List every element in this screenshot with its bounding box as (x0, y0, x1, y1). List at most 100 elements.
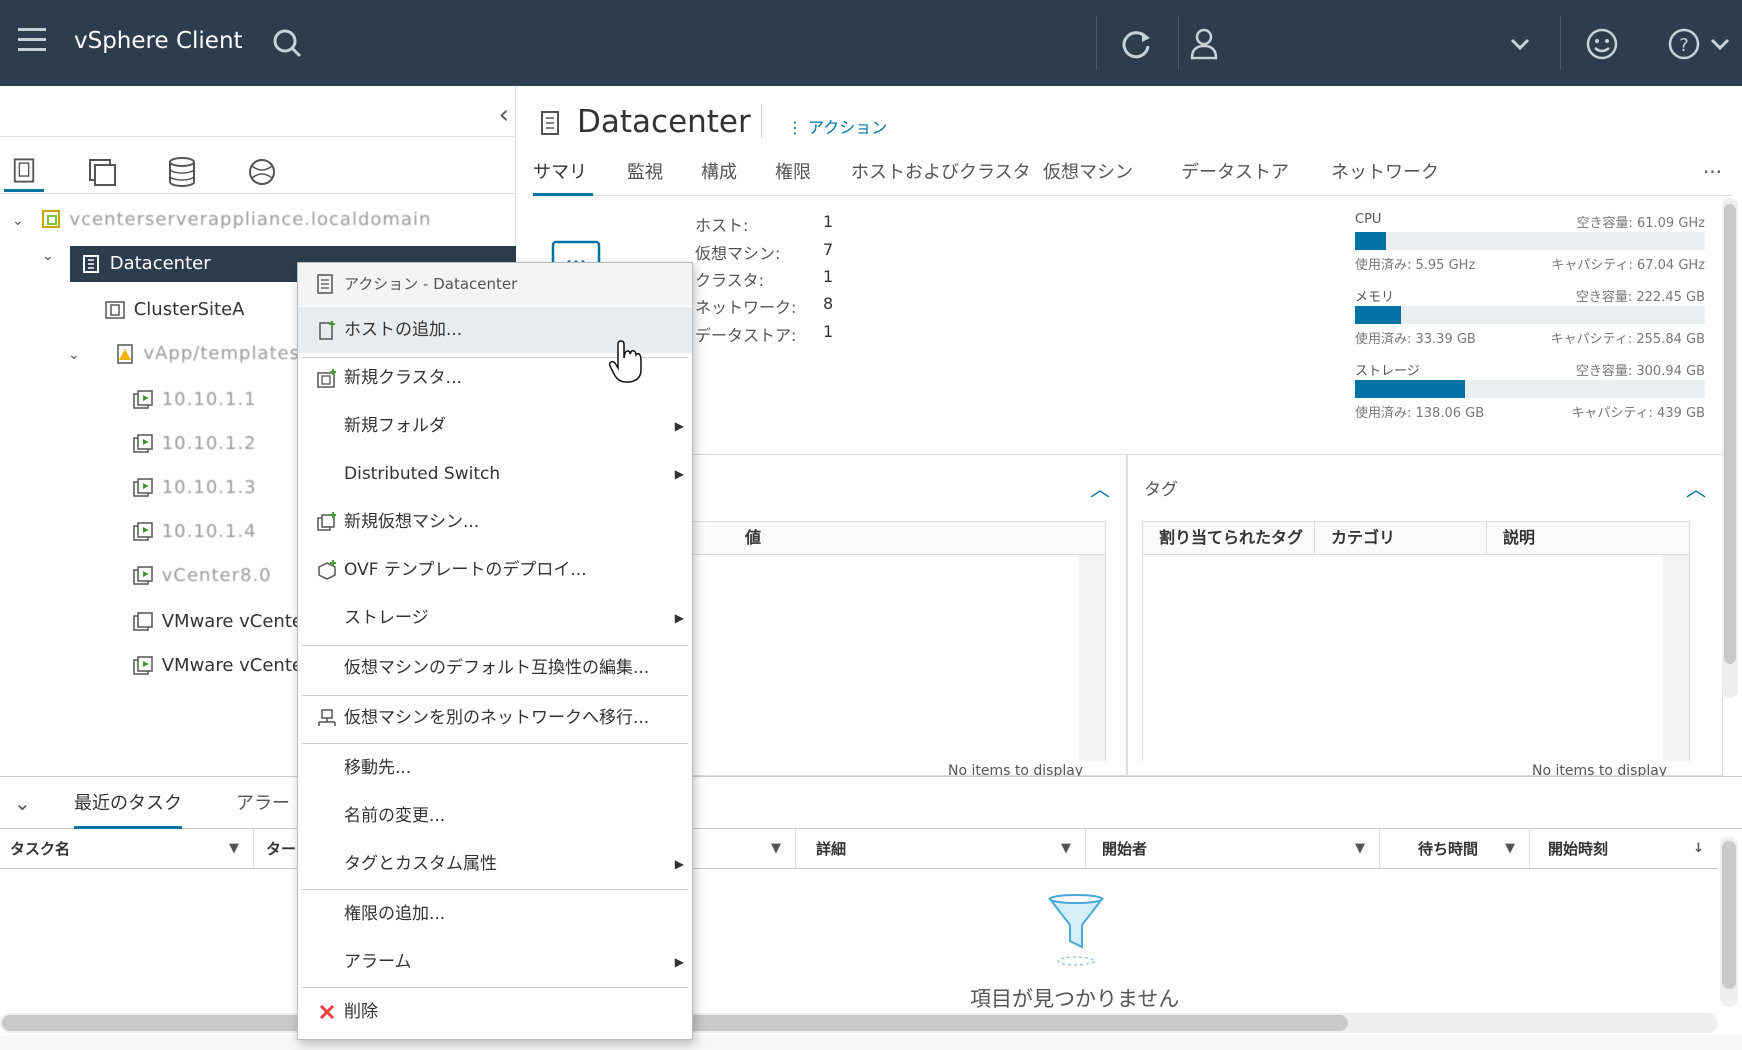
tree-item-vm[interactable]: vCenter8.0 (130, 558, 272, 594)
help-chevron-down-icon[interactable] (1700, 24, 1740, 64)
help-icon[interactable]: ? (1664, 24, 1704, 64)
page-title: Datacenter (577, 104, 751, 140)
chevron-down-icon[interactable]: ⌄ (42, 248, 54, 264)
column-description[interactable]: 説明 (1487, 522, 1689, 554)
menu-item-delete[interactable]: 削除 (298, 989, 692, 1035)
main-scrollbar-thumb[interactable] (1724, 204, 1736, 664)
collapse-navigator-icon[interactable]: ‹ (499, 100, 509, 130)
menu-item-label: 新規クラスタ... (344, 368, 462, 388)
stat-value: 7 (823, 240, 834, 259)
menu-item-alarms[interactable]: アラーム ▶ (298, 939, 692, 985)
cpu-usage-bar (1355, 232, 1705, 250)
menu-item-move-to[interactable]: 移動先... (298, 745, 692, 791)
more-tabs-icon[interactable]: ··· (1703, 160, 1722, 184)
new-vm-icon (317, 512, 336, 531)
grid-scrollbar[interactable] (1079, 555, 1105, 761)
tree-item-vm[interactable]: 10.10.1.2 (130, 426, 257, 462)
menu-item-new-vm[interactable]: 新規仮想マシン... (298, 499, 692, 545)
app-title[interactable]: vSphere Client (74, 28, 243, 54)
column-initiator[interactable]: 開始者 ▼ (1092, 829, 1380, 869)
chevron-down-icon[interactable]: ⌄ (68, 337, 88, 373)
column-queued-for[interactable]: 待ち時間 ▼ (1408, 829, 1530, 869)
tags-grid-header: 割り当てられたタグ カテゴリ 説明 (1142, 521, 1690, 555)
column-category[interactable]: カテゴリ (1315, 522, 1487, 554)
tab-monitor[interactable]: 監視 (627, 154, 663, 196)
chevron-down-icon[interactable]: ⌄ (12, 203, 32, 239)
tree-item-vm[interactable]: 10.10.1.3 (130, 470, 257, 506)
tree-item-vm[interactable]: 10.10.1.4 (130, 514, 257, 550)
actions-menu-button[interactable]: ⋮ アクション (787, 114, 887, 138)
menu-item-migrate-vm-network[interactable]: 仮想マシンを別のネットワークへ移行... (298, 695, 692, 741)
column-assigned-tag[interactable]: 割り当てられたタグ (1143, 522, 1315, 554)
tree-item-vcenter[interactable]: ⌄ vcenterserverappliance.localdomain (12, 202, 431, 238)
chevron-down-icon[interactable] (1500, 24, 1540, 64)
filter-icon[interactable]: ▼ (771, 829, 781, 869)
main-scrollbar[interactable] (1722, 198, 1738, 698)
user-icon[interactable] (1184, 24, 1224, 64)
search-icon[interactable] (268, 24, 308, 64)
hosts-clusters-tab-icon[interactable] (4, 152, 44, 192)
kebab-icon: ⋮ (787, 118, 809, 137)
filter-icon[interactable]: ▼ (1061, 829, 1071, 869)
stat-value: 1 (823, 267, 834, 286)
tab-vms[interactable]: 仮想マシン (1043, 154, 1133, 196)
sort-icon[interactable]: ↓ (1693, 829, 1704, 869)
submenu-arrow-icon: ▶ (674, 419, 684, 433)
tab-summary[interactable]: サマリ (533, 154, 593, 196)
menu-item-add-permission[interactable]: 権限の追加... (298, 891, 692, 937)
menu-icon[interactable] (18, 28, 46, 52)
filter-icon[interactable]: ▼ (229, 829, 239, 869)
networking-tab-icon[interactable] (242, 152, 282, 192)
column-details[interactable]: 詳細 ▼ (806, 829, 1086, 869)
custom-attributes-card: ︿ 値 No items to display (617, 454, 1127, 779)
storage-tab-icon[interactable] (162, 152, 202, 192)
menu-item-distributed-switch[interactable]: Distributed Switch ▶ (298, 451, 692, 497)
stat-label: ネットワーク: (695, 298, 797, 317)
scrollbar-thumb[interactable] (1722, 841, 1736, 989)
grid-scrollbar[interactable] (1663, 555, 1689, 761)
column-label: 開始時刻 (1548, 840, 1609, 858)
tab-configure[interactable]: 構成 (701, 154, 737, 196)
tasks-horizontal-scrollbar[interactable] (0, 1013, 1718, 1033)
divider (0, 136, 516, 137)
vms-templates-tab-icon[interactable] (82, 152, 122, 192)
vm-icon (133, 612, 153, 631)
filter-icon[interactable]: ▼ (1505, 829, 1515, 869)
column-start-time[interactable]: 開始時刻 ↓ (1538, 829, 1718, 869)
column-value[interactable]: 値 (729, 522, 1105, 554)
tab-networks[interactable]: ネットワーク (1331, 154, 1439, 196)
tab-permissions[interactable]: 権限 (775, 154, 811, 196)
tab-datastores[interactable]: データストア (1181, 154, 1289, 196)
column-label: ター (266, 840, 297, 858)
menu-item-rename[interactable]: 名前の変更... (298, 793, 692, 839)
stat-label: クラスタ: (695, 271, 765, 290)
menu-item-tags-attributes[interactable]: タグとカスタム属性 ▶ (298, 841, 692, 887)
chevron-up-icon[interactable]: ︿ (1090, 473, 1110, 502)
tab-alarms[interactable]: アラー (236, 789, 290, 829)
tree-item-vm[interactable]: 10.10.1.1 (130, 382, 257, 418)
menu-item-deploy-ovf[interactable]: OVF テンプレートのデプロイ... (298, 547, 692, 593)
menu-separator (302, 987, 688, 988)
tab-recent-tasks[interactable]: 最近のタスク (74, 789, 182, 829)
tab-hosts-clusters[interactable]: ホストおよびクラスタ (851, 154, 1031, 196)
filter-icon[interactable]: ▼ (1355, 829, 1365, 869)
tasks-vertical-scrollbar[interactable] (1720, 837, 1738, 1007)
tags-grid-body (1142, 555, 1690, 761)
refresh-icon[interactable] (1116, 24, 1156, 64)
datacenter-icon (83, 255, 99, 273)
chevron-down-icon[interactable]: ⌄ (14, 791, 31, 815)
menu-separator (302, 743, 688, 744)
tree-item-vm[interactable]: VMware vCente (130, 648, 303, 684)
column-task-name[interactable]: タスク名 ▼ (0, 829, 254, 869)
menu-item-storage[interactable]: ストレージ ▶ (298, 595, 692, 641)
tree-item-vm[interactable]: VMware vCente (130, 604, 303, 640)
menu-item-label: 仮想マシンのデフォルト互換性の編集... (344, 658, 650, 678)
tree-item-cluster[interactable]: ClusterSiteA (102, 292, 245, 328)
menu-item-new-folder[interactable]: 新規フォルダ ▶ (298, 403, 692, 449)
main-content: Datacenter ⋮ アクション サマリ 監視 構成 権限 ホストおよびクラ… (517, 86, 1742, 779)
resource-capacity: キャパシティ: 67.04 GHz (1551, 258, 1705, 273)
menu-item-edit-default-compat[interactable]: 仮想マシンのデフォルト互換性の編集... (298, 645, 692, 691)
chevron-up-icon[interactable]: ︿ (1686, 473, 1706, 502)
tree-item-vapp[interactable]: ⌄ vApp/templates (68, 336, 300, 372)
smiley-icon[interactable] (1582, 24, 1622, 64)
